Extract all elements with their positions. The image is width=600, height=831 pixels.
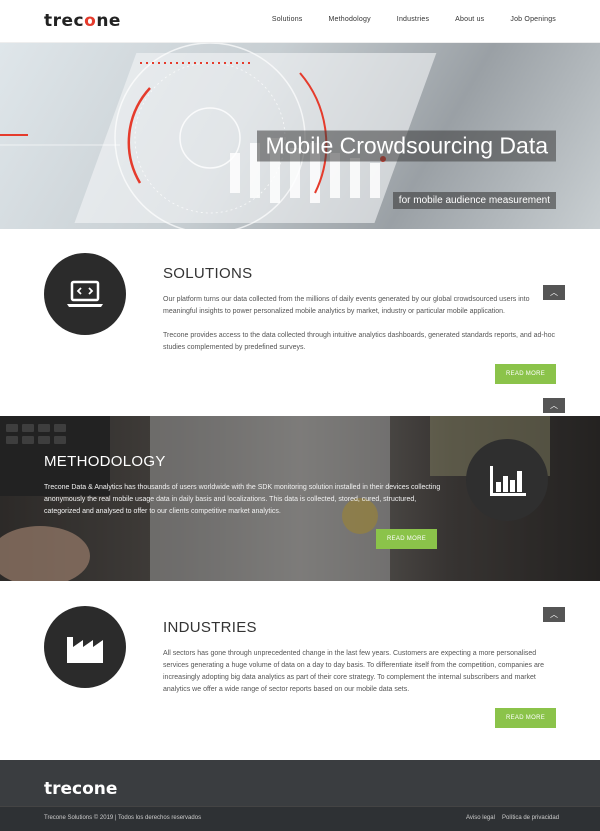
- industries-text: All sectors has gone through unprecedent…: [163, 650, 545, 693]
- scroll-top-button[interactable]: ︿: [543, 285, 565, 300]
- nav-job-openings[interactable]: Job Openings: [510, 16, 556, 23]
- bar-chart-icon: [490, 466, 526, 496]
- industries-circle: [44, 606, 126, 688]
- footer-logo[interactable]: trecone: [44, 779, 117, 799]
- factory-icon: [67, 637, 103, 663]
- solutions-section: SOLUTIONS Our platform turns our data co…: [0, 229, 600, 416]
- legal-notice-link[interactable]: Aviso legal: [466, 815, 495, 821]
- scroll-top-button[interactable]: ︿: [543, 607, 565, 622]
- hero-banner: Mobile Crowdsourcing Data for mobile aud…: [0, 43, 600, 229]
- solutions-paragraph-1: Our platform turns our data collected fr…: [163, 296, 530, 315]
- methodology-title: METHODOLOGY: [44, 453, 166, 470]
- nav-solutions[interactable]: Solutions: [272, 16, 303, 23]
- laptop-code-icon: [67, 280, 103, 307]
- copyright-text: Trecone Solutions © 2019 | Todos los der…: [44, 815, 202, 821]
- logo[interactable]: trecone: [44, 11, 121, 31]
- nav-methodology[interactable]: Methodology: [329, 16, 371, 23]
- hero-title: Mobile Crowdsourcing Data: [257, 130, 556, 162]
- solutions-paragraph-2: Trecone provides access to the data coll…: [163, 332, 555, 351]
- methodology-read-more-button[interactable]: READ MORE: [376, 529, 437, 549]
- industries-section: INDUSTRIES ︿ All sectors has gone throug…: [0, 581, 600, 760]
- scroll-top-button[interactable]: ︿: [543, 398, 565, 413]
- privacy-policy-link[interactable]: Política de privacidad: [502, 815, 559, 821]
- hero-subtitle: for mobile audience measurement: [392, 192, 556, 209]
- methodology-circle: [466, 439, 548, 521]
- methodology-text: Trecone Data & Analytics has thousands o…: [44, 484, 441, 515]
- industries-read-more-button[interactable]: READ MORE: [495, 708, 556, 728]
- solutions-read-more-button[interactable]: READ MORE: [495, 364, 556, 384]
- solutions-circle: [44, 253, 126, 335]
- site-header: trecone Solutions Methodology Industries…: [0, 0, 600, 43]
- methodology-section: METHODOLOGY Trecone Data & Analytics has…: [0, 416, 600, 581]
- solutions-title: SOLUTIONS: [163, 265, 253, 282]
- nav-industries[interactable]: Industries: [397, 16, 429, 23]
- main-nav: Solutions Methodology Industries About u…: [246, 16, 556, 23]
- nav-about-us[interactable]: About us: [455, 16, 484, 23]
- industries-title: INDUSTRIES: [163, 619, 257, 636]
